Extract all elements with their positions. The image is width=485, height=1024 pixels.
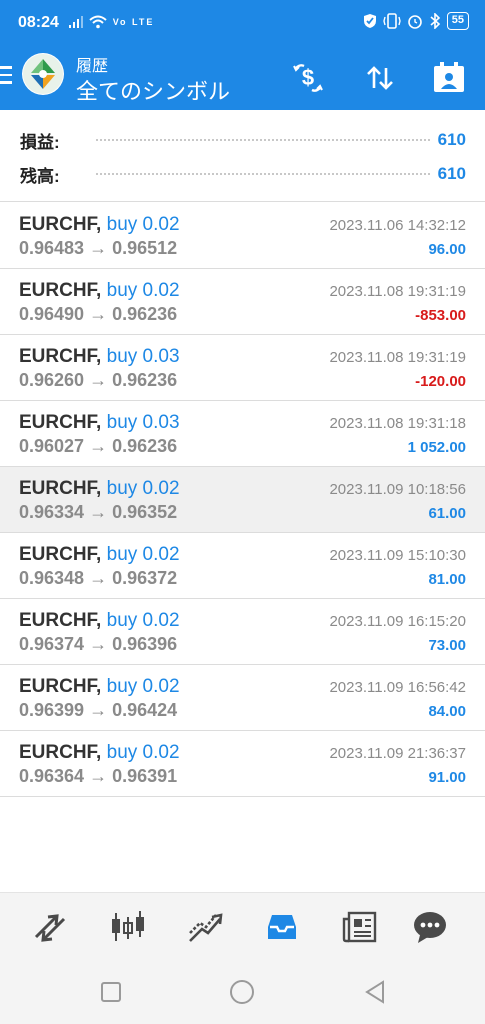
deal-profit: 84.00 (428, 703, 466, 720)
deal-profit: -120.00 (415, 373, 466, 390)
profit-row: 損益: 610 (20, 128, 466, 152)
deal-time: 2023.11.08 19:31:19 (329, 283, 466, 300)
home-icon[interactable] (228, 978, 256, 1006)
deal-prices: 0.96348 → 0.96372 (19, 568, 178, 588)
deal-row[interactable]: EURCHF, buy 0.02 0.96374 → 0.96396 2023.… (0, 599, 485, 665)
account-summary: 損益: 610 残高: 610 (0, 112, 485, 202)
deal-symbol: EURCHF, buy 0.03 (19, 412, 180, 433)
deal-row[interactable]: EURCHF, buy 0.02 0.96364 → 0.96391 2023.… (0, 731, 485, 797)
deal-prices: 0.96399 → 0.96424 (19, 700, 178, 720)
deal-symbol: EURCHF, buy 0.02 (19, 544, 180, 565)
system-nav (0, 960, 485, 1024)
status-time: 08:24 (18, 14, 59, 31)
chart-icon[interactable] (108, 907, 148, 947)
deal-row[interactable]: EURCHF, buy 0.02 0.96490 → 0.96236 2023.… (0, 269, 485, 335)
network-label: Vo LTE (112, 17, 155, 27)
battery-icon: 55 (446, 12, 469, 30)
balance-label: 残高: (20, 166, 60, 186)
deal-row[interactable]: EURCHF, buy 0.03 0.96027 → 0.96236 2023.… (0, 401, 485, 467)
deal-row[interactable]: EURCHF, buy 0.02 0.96399 → 0.96424 2023.… (0, 665, 485, 731)
dotted-leader (96, 139, 430, 141)
menu-icon[interactable] (0, 66, 14, 86)
deal-profit: 1 052.00 (407, 439, 466, 456)
wifi-icon (89, 15, 108, 29)
calendar-icon[interactable] (431, 60, 467, 96)
deal-symbol: EURCHF, buy 0.02 (19, 676, 180, 697)
deal-symbol: EURCHF, buy 0.02 (19, 742, 180, 763)
deal-prices: 0.96334 → 0.96352 (19, 502, 178, 522)
page-title: 履歴 (76, 58, 109, 75)
dotted-leader (96, 173, 430, 175)
currency-exchange-icon[interactable]: $ (290, 60, 326, 96)
deal-time: 2023.11.08 19:31:19 (329, 349, 466, 366)
deal-profit: 81.00 (428, 571, 466, 588)
status-left-icons: Vo LTE (68, 14, 154, 29)
profit-label: 損益: (20, 132, 60, 152)
deal-time: 2023.11.08 19:31:18 (329, 415, 466, 432)
history-icon[interactable] (262, 907, 302, 947)
deal-time: 2023.11.09 10:18:56 (329, 481, 466, 498)
deal-profit: 91.00 (428, 769, 466, 786)
svg-text:$: $ (302, 65, 314, 90)
metatrader-logo-icon (23, 54, 63, 94)
deal-side: buy 0.02 (106, 280, 180, 301)
deal-time: 2023.11.09 21:36:37 (329, 745, 466, 762)
deal-side: buy 0.02 (106, 478, 180, 499)
chat-icon[interactable] (410, 907, 450, 947)
deal-side: buy 0.02 (106, 214, 180, 235)
deal-side: buy 0.02 (106, 544, 180, 565)
deal-time: 2023.11.09 16:15:20 (329, 613, 466, 630)
app-bar: 履歴 全てのシンボル $ (0, 48, 485, 110)
app-logo[interactable] (22, 53, 64, 95)
symbol-filter[interactable]: 全てのシンボル (76, 74, 230, 106)
deal-side: buy 0.03 (106, 346, 180, 367)
deal-profit: 73.00 (428, 637, 466, 654)
deal-profit: -853.00 (415, 307, 466, 324)
deal-list: EURCHF, buy 0.02 0.96483 → 0.96512 2023.… (0, 203, 485, 797)
deal-symbol: EURCHF, buy 0.02 (19, 478, 180, 499)
deal-prices: 0.96374 → 0.96396 (19, 634, 178, 654)
deal-prices: 0.96490 → 0.96236 (19, 304, 178, 324)
signal-icon (69, 15, 83, 28)
deal-row[interactable]: EURCHF, buy 0.02 0.96348 → 0.96372 2023.… (0, 533, 485, 599)
deal-side: buy 0.02 (106, 610, 180, 631)
bottom-nav (0, 892, 485, 960)
status-right-icons: 55 (363, 12, 469, 30)
recent-apps-icon[interactable] (97, 978, 125, 1006)
deal-time: 2023.11.09 15:10:30 (329, 547, 466, 564)
quotes-icon[interactable] (30, 907, 70, 947)
deal-profit: 61.00 (428, 505, 466, 522)
alarm-icon (407, 15, 422, 29)
profit-value: 610 (437, 130, 466, 149)
news-icon[interactable] (340, 907, 380, 947)
balance-row: 残高: 610 (20, 162, 466, 186)
deal-row[interactable]: EURCHF, buy 0.02 0.96334 → 0.96352 2023.… (0, 467, 485, 533)
back-icon[interactable] (361, 978, 389, 1006)
status-bar: 08:24 Vo LTE 55 (0, 0, 485, 48)
deal-time: 2023.11.06 14:32:12 (329, 217, 466, 234)
sort-icon[interactable] (362, 60, 398, 96)
deal-symbol: EURCHF, buy 0.02 (19, 610, 180, 631)
deal-symbol: EURCHF, buy 0.02 (19, 214, 180, 235)
vibrate-icon (383, 13, 401, 29)
trade-icon[interactable] (186, 907, 226, 947)
deal-symbol: EURCHF, buy 0.02 (19, 280, 180, 301)
deal-prices: 0.96260 → 0.96236 (19, 370, 178, 390)
deal-row[interactable]: EURCHF, buy 0.02 0.96483 → 0.96512 2023.… (0, 203, 485, 269)
vpn-icon (363, 14, 376, 28)
deal-profit: 96.00 (428, 241, 466, 258)
deal-side: buy 0.02 (106, 676, 180, 697)
deal-symbol: EURCHF, buy 0.03 (19, 346, 180, 367)
deal-row[interactable]: EURCHF, buy 0.03 0.96260 → 0.96236 2023.… (0, 335, 485, 401)
deal-side: buy 0.03 (106, 412, 180, 433)
bluetooth-icon (430, 13, 440, 29)
balance-value: 610 (437, 164, 466, 183)
deal-prices: 0.96364 → 0.96391 (19, 766, 178, 786)
deal-time: 2023.11.09 16:56:42 (329, 679, 466, 696)
deal-prices: 0.96483 → 0.96512 (19, 238, 178, 258)
deal-side: buy 0.02 (106, 742, 180, 763)
deal-prices: 0.96027 → 0.96236 (19, 436, 178, 456)
